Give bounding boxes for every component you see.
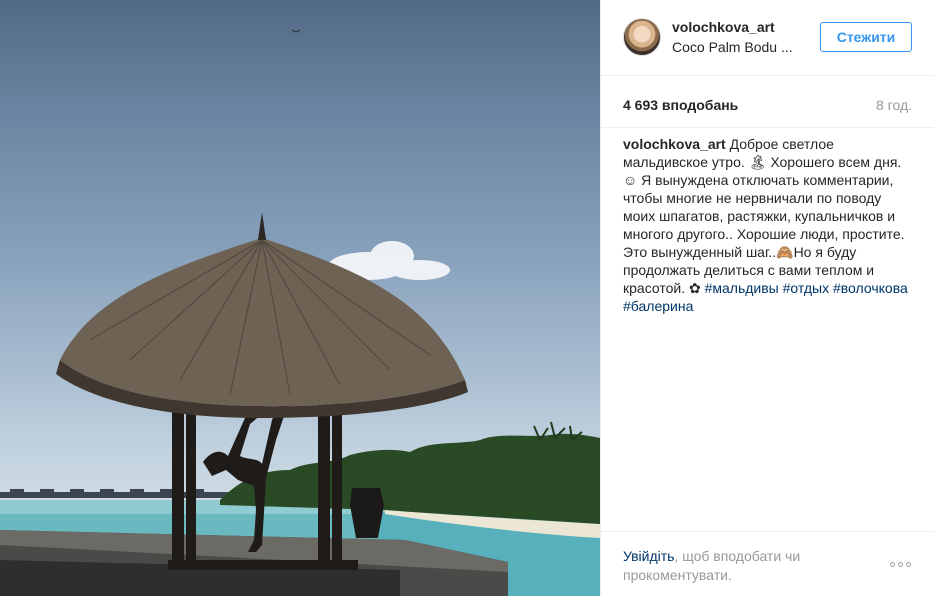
post-sidebar: volochkova_art Coco Palm Bodu ... Стежит…: [600, 0, 934, 596]
more-options-icon[interactable]: [890, 562, 911, 567]
post-footer: Увійдіть, щоб вподобати чи прокоментуват…: [601, 531, 934, 596]
hashtag-link[interactable]: #балерина: [623, 298, 693, 314]
post-meta: 4 693 вподобань 8 год.: [601, 76, 934, 128]
dot: [890, 562, 895, 567]
hashtag-link[interactable]: #мальдивы: [705, 280, 779, 296]
photo-scene: [0, 29, 600, 596]
avatar[interactable]: [623, 18, 661, 56]
hashtag-link[interactable]: #отдых: [783, 280, 829, 296]
post-header: volochkova_art Coco Palm Bodu ... Стежит…: [601, 0, 934, 76]
post-time[interactable]: 8 год.: [876, 97, 912, 113]
login-link[interactable]: Увійдіть: [623, 548, 674, 564]
dot: [898, 562, 903, 567]
login-prompt: Увійдіть, щоб вподобати чи прокоментуват…: [623, 547, 863, 585]
caption-text: Доброе светлое мальдивское утро. 🏝 Хорош…: [623, 136, 905, 296]
follow-button[interactable]: Стежити: [820, 22, 912, 52]
thatched-roof: [56, 212, 468, 418]
post-caption: volochkova_art Доброе светлое мальдивско…: [623, 135, 915, 315]
post-photo[interactable]: [0, 0, 600, 596]
dot: [906, 562, 911, 567]
hashtag-link[interactable]: #волочкова: [833, 280, 908, 296]
location-link[interactable]: Coco Palm Bodu ...: [672, 39, 802, 55]
username-link[interactable]: volochkova_art: [672, 19, 775, 35]
caption-author[interactable]: volochkova_art: [623, 136, 726, 152]
likes-count[interactable]: 4 693 вподобань: [623, 97, 738, 113]
